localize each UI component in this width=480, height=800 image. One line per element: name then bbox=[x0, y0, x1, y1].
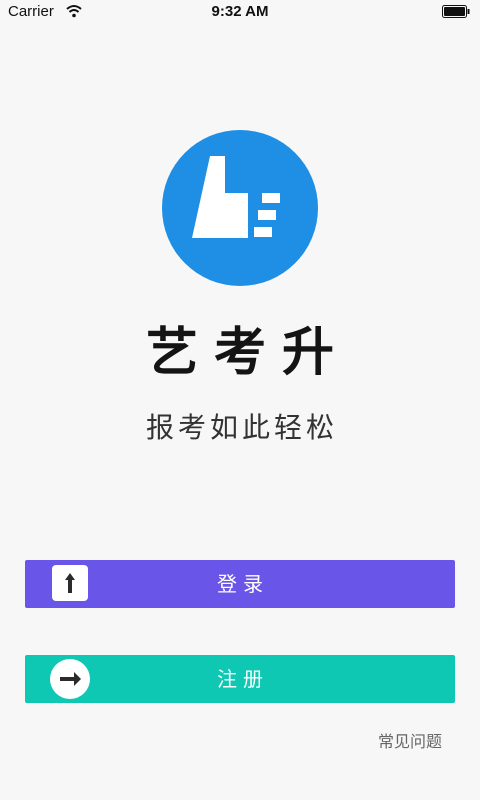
app-logo bbox=[162, 130, 318, 286]
status-time: 9:32 AM bbox=[211, 3, 269, 20]
login-button-label: 登录 bbox=[217, 572, 269, 596]
register-button[interactable]: 注册 bbox=[25, 655, 455, 703]
battery-icon bbox=[442, 5, 470, 18]
login-button[interactable]: 登录 bbox=[25, 560, 455, 608]
app-slogan: 报考如此轻松 bbox=[145, 411, 338, 444]
register-button-label: 注册 bbox=[217, 667, 269, 691]
thumbs-up-logo-icon bbox=[192, 156, 280, 238]
app-title: 艺考升 bbox=[145, 323, 350, 383]
faq-link[interactable]: 常见问题 bbox=[378, 728, 442, 752]
status-bar: Carrier 9:32 AM bbox=[0, 0, 480, 24]
